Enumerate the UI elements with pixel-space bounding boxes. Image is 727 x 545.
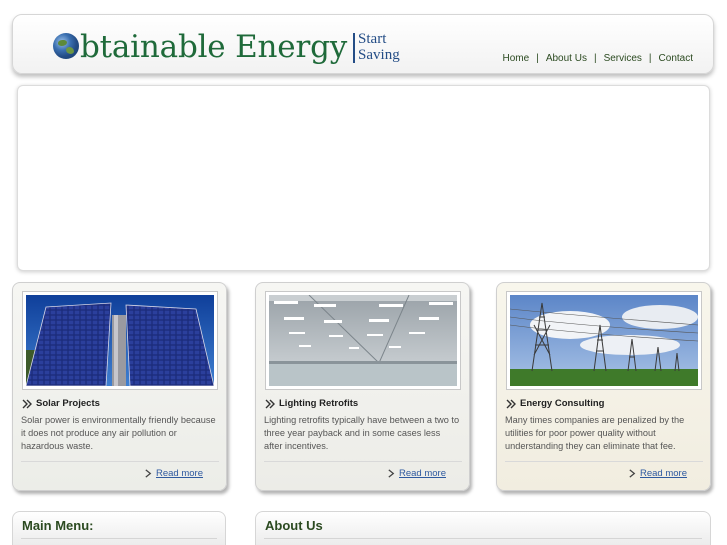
main-menu-panel: Main Menu:	[12, 511, 226, 545]
nav-contact[interactable]: Contact	[659, 53, 693, 64]
chevron-right-icon	[388, 469, 395, 478]
card-title: Solar Projects	[22, 398, 100, 409]
divider	[505, 461, 703, 462]
nav-separator: |	[536, 53, 539, 64]
double-chevron-icon	[265, 399, 275, 408]
card-title: Lighting Retrofits	[265, 398, 358, 409]
nav-separator: |	[648, 53, 652, 64]
double-chevron-icon	[506, 399, 516, 408]
card-title-text: Energy Consulting	[520, 398, 605, 409]
card-solar-projects: Solar Projects Solar power is environmen…	[12, 282, 227, 491]
power-lines-image	[506, 291, 702, 390]
card-text: Lighting retrofits typically have betwee…	[264, 415, 460, 451]
chevron-right-icon	[629, 469, 636, 478]
nav-separator: |	[593, 53, 597, 64]
card-text: Many times companies are penalized by th…	[505, 415, 685, 451]
main-menu-heading: Main Menu:	[22, 518, 94, 533]
nav-about-us[interactable]: About Us	[546, 53, 587, 64]
card-title-text: Solar Projects	[36, 398, 100, 409]
site-logo[interactable]: btainable Energy Start Saving	[53, 29, 400, 69]
read-more: Read more	[387, 468, 446, 479]
divider	[264, 538, 702, 539]
card-lighting-retrofits: Lighting Retrofits Lighting retrofits ty…	[255, 282, 470, 491]
divider	[264, 461, 462, 462]
divider	[21, 461, 219, 462]
logo-divider	[353, 33, 356, 63]
tagline: Start Saving	[358, 31, 400, 63]
globe-icon	[53, 33, 79, 59]
chevron-right-icon	[145, 469, 152, 478]
logo-text: btainable Energy	[80, 29, 348, 65]
double-chevron-icon	[22, 399, 32, 408]
card-title-text: Lighting Retrofits	[279, 398, 359, 409]
top-nav: Home | About Us | Services | Contact	[503, 53, 693, 64]
about-us-heading: About Us	[265, 518, 323, 533]
tagline-line-1: Start	[358, 31, 387, 47]
card-title: Energy Consulting	[506, 398, 604, 409]
header: btainable Energy Start Saving Home | Abo…	[12, 14, 714, 74]
read-more-link[interactable]: Read more	[640, 468, 687, 479]
read-more-link[interactable]: Read more	[399, 468, 446, 479]
card-text: Solar power is environmentally friendly …	[21, 415, 216, 451]
read-more: Read more	[628, 468, 687, 479]
banner-area	[17, 85, 710, 271]
warehouse-lights-image	[265, 291, 461, 390]
nav-services[interactable]: Services	[604, 53, 642, 64]
nav-home[interactable]: Home	[503, 53, 530, 64]
card-energy-consulting: Energy Consulting Many times companies a…	[496, 282, 711, 491]
divider	[21, 538, 217, 539]
page: btainable Energy Start Saving Home | Abo…	[0, 0, 727, 545]
solar-panels-image	[22, 291, 218, 390]
read-more-link[interactable]: Read more	[156, 468, 203, 479]
tagline-line-2: Saving	[358, 47, 400, 63]
read-more: Read more	[144, 468, 203, 479]
about-us-panel: About Us	[255, 511, 711, 545]
